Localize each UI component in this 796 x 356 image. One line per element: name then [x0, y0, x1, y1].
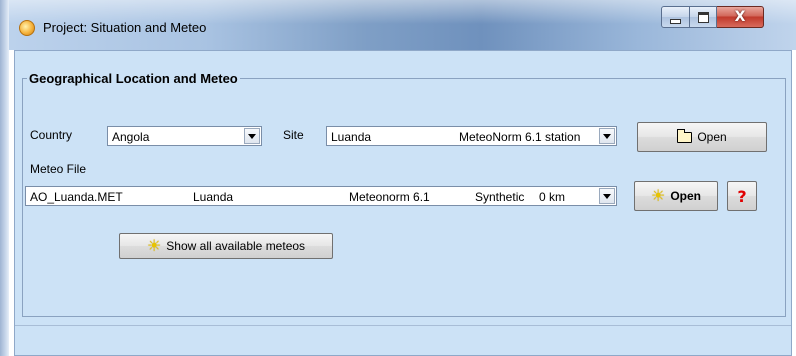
help-icon: ? — [737, 186, 747, 206]
maximize-button[interactable] — [690, 6, 717, 28]
open-site-label: Open — [697, 130, 727, 144]
dialog-client-area: Geographical Location and Meteo Country … — [14, 50, 792, 356]
title-bar[interactable]: Project: Situation and Meteo X — [9, 0, 796, 50]
folder-open-icon — [677, 128, 693, 143]
project-situation-meteo-window: Project: Situation and Meteo X Geographi… — [9, 0, 796, 356]
minimize-icon — [670, 18, 681, 24]
bottom-separator — [15, 325, 791, 326]
close-icon: X — [734, 9, 746, 25]
geo-location-meteo-group: Geographical Location and Meteo Country … — [22, 71, 786, 317]
window-controls: X — [661, 6, 764, 28]
sun-icon: ☀ — [650, 186, 666, 205]
window-title: Project: Situation and Meteo — [43, 20, 207, 35]
meteo-site: Luanda — [193, 190, 234, 204]
meteo-file-select[interactable]: AO_Luanda.MET Luanda Meteonorm 6.1 Synth… — [25, 186, 617, 206]
minimize-button[interactable] — [661, 6, 690, 28]
chevron-down-icon[interactable] — [244, 128, 260, 144]
chevron-down-icon[interactable] — [599, 188, 615, 204]
meteo-file-label: Meteo File — [30, 162, 87, 176]
chevron-down-icon[interactable] — [599, 128, 615, 144]
meteo-distance: 0 km — [539, 190, 566, 204]
site-label: Site — [283, 128, 304, 142]
site-name: Luanda — [331, 130, 372, 144]
meteo-source: Meteonorm 6.1 — [349, 190, 430, 204]
country-value: Angola — [112, 130, 150, 144]
meteo-type: Synthetic — [475, 190, 525, 204]
show-all-meteos-label: Show all available meteos — [166, 239, 306, 253]
site-select[interactable]: Luanda MeteoNorm 6.1 station — [326, 126, 617, 146]
sun-icon: ☀ — [146, 236, 162, 255]
help-button[interactable]: ? — [727, 181, 757, 211]
open-meteo-label: Open — [670, 189, 701, 203]
open-site-button[interactable]: Open — [637, 122, 767, 152]
app-icon — [19, 20, 35, 36]
maximize-icon — [697, 11, 709, 23]
meteo-file-name: AO_Luanda.MET — [30, 190, 123, 204]
country-select[interactable]: Angola — [107, 126, 262, 146]
open-meteo-button[interactable]: ☀ Open — [634, 181, 718, 211]
show-all-meteos-button[interactable]: ☀ Show all available meteos — [119, 233, 333, 259]
group-legend: Geographical Location and Meteo — [29, 71, 238, 86]
close-button[interactable]: X — [717, 6, 764, 28]
country-label: Country — [30, 128, 73, 142]
site-source: MeteoNorm 6.1 station — [459, 130, 581, 144]
desktop-edge — [0, 0, 9, 356]
